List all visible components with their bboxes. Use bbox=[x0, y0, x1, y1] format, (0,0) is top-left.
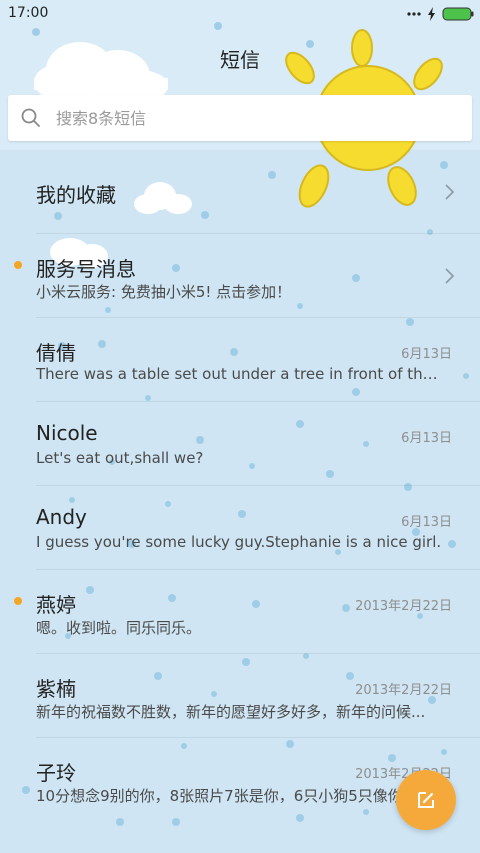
search-input[interactable] bbox=[54, 107, 438, 129]
message-preview: 新年的祝福数不胜数，新年的愿望好多好多，新年的问候... bbox=[36, 703, 426, 721]
chevron-right-icon bbox=[445, 184, 455, 200]
folder-label: 服务号消息 bbox=[36, 257, 136, 281]
status-time: 17:00 bbox=[8, 5, 49, 21]
message-date: 2013年2月22日 bbox=[355, 683, 452, 698]
contact-name: Andy bbox=[36, 505, 87, 529]
contact-name: 紫楠 bbox=[36, 677, 76, 701]
list-item[interactable]: 倩倩 6月13日 There was a table set out under… bbox=[0, 318, 480, 402]
unread-dot bbox=[14, 261, 22, 269]
compose-button[interactable] bbox=[396, 770, 456, 830]
battery-icon bbox=[442, 7, 474, 21]
charging-icon bbox=[428, 7, 435, 21]
status-bar: 17:00 bbox=[0, 0, 480, 28]
message-preview: 嗯。收到啦。同乐同乐。 bbox=[36, 619, 202, 637]
list-item[interactable]: Andy 6月13日 I guess you're some lucky guy… bbox=[0, 486, 480, 570]
message-date: 6月13日 bbox=[401, 431, 452, 446]
folder-favorites[interactable]: 我的收藏 bbox=[0, 150, 480, 234]
status-icons bbox=[407, 6, 474, 22]
list-item[interactable]: 紫楠 2013年2月22日 新年的祝福数不胜数，新年的愿望好多好多，新年的问候.… bbox=[0, 654, 480, 738]
contact-name: 燕婷 bbox=[36, 593, 76, 617]
message-date: 6月13日 bbox=[401, 515, 452, 530]
folder-service-messages[interactable]: 服务号消息 小米云服务: 免费抽小米5! 点击参加！ bbox=[0, 234, 480, 318]
chevron-right-icon bbox=[445, 268, 455, 284]
message-preview: I guess you're some lucky guy.Stephanie … bbox=[36, 533, 442, 551]
message-preview: There was a table set out under a tree i… bbox=[36, 365, 446, 383]
contact-name: Nicole bbox=[36, 421, 98, 445]
unread-dot bbox=[14, 597, 22, 605]
message-date: 6月13日 bbox=[401, 347, 452, 362]
message-preview: 10分想念9别的你，8张照片7张是你，6只小狗5只像你 bbox=[36, 787, 403, 805]
list-item[interactable]: 燕婷 2013年2月22日 嗯。收到啦。同乐同乐。 bbox=[0, 570, 480, 654]
search-bar[interactable] bbox=[8, 95, 472, 141]
contact-name: 子玲 bbox=[36, 761, 76, 785]
folder-label: 我的收藏 bbox=[36, 183, 116, 207]
message-preview: 小米云服务: 免费抽小米5! 点击参加！ bbox=[36, 283, 292, 301]
contact-name: 倩倩 bbox=[36, 341, 76, 365]
search-icon bbox=[21, 108, 40, 127]
page-title: 短信 bbox=[220, 48, 260, 72]
compose-icon bbox=[418, 792, 434, 808]
message-preview: Let's eat out,shall we? bbox=[36, 449, 204, 467]
more-dots-icon bbox=[407, 12, 421, 16]
message-date: 2013年2月22日 bbox=[355, 599, 452, 614]
list-item[interactable]: Nicole 6月13日 Let's eat out,shall we? bbox=[0, 402, 480, 486]
